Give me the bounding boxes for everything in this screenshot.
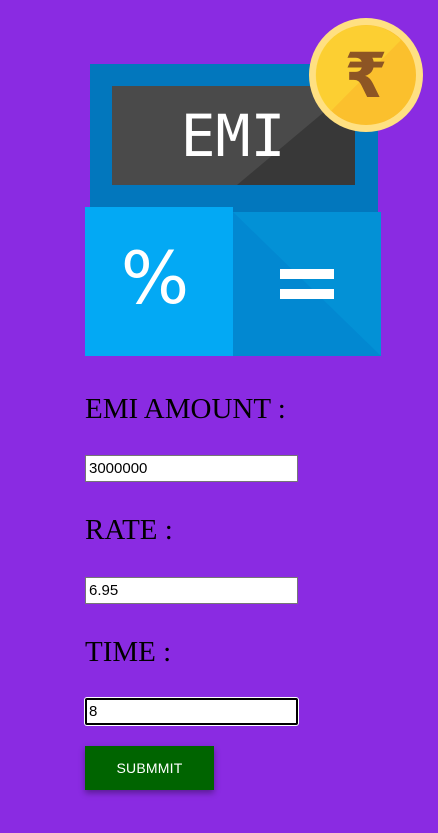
emi-amount-label: EMI AMOUNT : bbox=[85, 393, 286, 425]
rupee-coin-icon: ₹ bbox=[344, 39, 387, 112]
percent-symbol: % bbox=[121, 236, 189, 320]
rate-label: RATE : bbox=[85, 514, 173, 546]
submit-button[interactable]: SUBMMIT bbox=[85, 746, 214, 790]
emi-calculator-logo: EMI % ₹ bbox=[85, 16, 425, 356]
equals-symbol bbox=[280, 269, 334, 279]
time-label: TIME : bbox=[85, 636, 172, 668]
time-input[interactable] bbox=[85, 698, 298, 725]
rate-input[interactable] bbox=[85, 577, 298, 604]
emi-amount-input[interactable] bbox=[85, 455, 298, 482]
emi-screen-text: EMI bbox=[181, 102, 286, 170]
